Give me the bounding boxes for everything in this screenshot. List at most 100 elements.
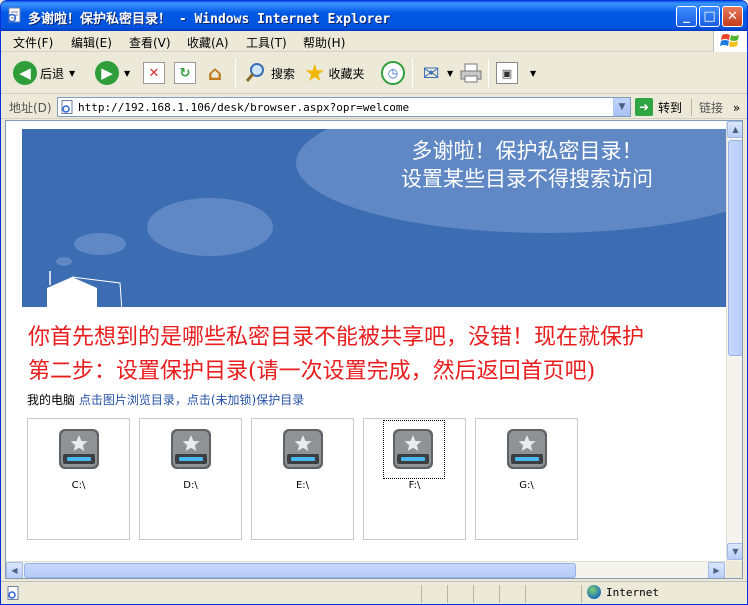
drive-c[interactable]: C:\ [27,418,130,540]
forward-button[interactable]: ▶ ▼ [95,59,130,87]
title-bar[interactable]: 多谢啦！保护私密目录！ - Windows Internet Explorer … [1,1,747,31]
scroll-right-button[interactable]: ▶ [708,562,725,578]
star-icon: ★ [304,59,326,87]
search-button[interactable]: 搜索 [244,59,295,87]
page-icon [7,7,21,23]
forward-arrow-icon: ▶ [95,61,119,85]
drive-e[interactable]: E:\ [251,418,354,540]
edit-button[interactable]: ▣ ▼ [496,59,536,87]
vertical-scrollbar[interactable]: ▲ ▼ [726,121,742,561]
links-label: 链接 [699,101,724,115]
banner-line-2: 设置某些目录不得搜索访问 [401,167,653,191]
back-button[interactable]: ◀ 后退 ▼ [13,59,75,87]
chevron-down-icon[interactable]: ▼ [69,69,75,78]
cloud-shape [74,233,126,255]
windows-flag-icon [720,34,739,47]
banner-line-1: 多谢啦！保护私密目录！ [411,139,643,163]
window-title: 多谢啦！保护私密目录！ - Windows Internet Explorer [28,12,391,27]
maximize-button[interactable]: □ [699,6,720,27]
edit-icon: ▣ [496,62,518,84]
drive-icon-wrap[interactable] [281,427,327,473]
security-zone[interactable]: Internet [587,585,659,599]
page-icon [7,586,19,600]
address-field[interactable]: ▼ [57,97,631,117]
windows-flag-logo [713,31,747,52]
address-dropdown-button[interactable]: ▼ [613,98,630,116]
toolbar-divider [488,59,489,87]
my-computer-label: 我的电脑 [27,393,76,407]
drive-icon-wrap-selected[interactable] [383,420,445,479]
drive-label: G:\ [519,480,534,491]
go-button[interactable]: ➜ 转到 [635,98,682,116]
back-label: 后退 [40,66,65,81]
instruction-link[interactable]: 点击图片浏览目录，点击(未加锁)保护目录 [79,393,304,407]
drive-icon-wrap[interactable] [57,427,103,473]
hard-drive-icon[interactable] [58,428,100,470]
drive-icon-wrap[interactable] [169,427,215,473]
search-label: 搜索 [271,66,296,81]
menu-help[interactable]: 帮助(H) [303,34,345,51]
hard-drive-icon[interactable] [170,428,212,470]
status-divider [421,585,422,603]
status-divider [525,585,526,603]
home-icon: ⌂ [207,61,223,85]
go-label: 转到 [658,100,683,115]
chevron-down-icon[interactable]: ▼ [124,69,130,78]
favorites-button[interactable]: ★ 收藏夹 [304,59,365,87]
refresh-button[interactable]: ↻ [174,59,196,87]
ie-window: 多谢啦！保护私密目录！ - Windows Internet Explorer … [0,0,748,605]
mail-button[interactable]: ✉ ▼ [420,59,454,87]
chevron-down-icon[interactable]: ▼ [530,69,536,78]
horizontal-scroll-thumb[interactable] [24,563,576,578]
drive-f[interactable]: F:\ [363,418,466,540]
intro-text: 你首先想到的是哪些私密目录不能被共享吧，没错！现在就保护 第二步：设置保护目录(… [28,321,644,389]
menu-view[interactable]: 查看(V) [129,34,171,51]
drive-g[interactable]: G:\ [475,418,578,540]
cloud-shape [56,257,72,266]
stop-button[interactable]: ✕ [143,59,165,87]
hard-drive-icon[interactable] [506,428,548,470]
home-button[interactable]: ⌂ [204,59,226,87]
house-icon [47,271,122,307]
drive-label: E:\ [295,480,310,491]
status-divider [473,585,474,603]
drive-label: D:\ [183,480,198,491]
links-more-icon[interactable]: » [733,101,740,115]
web-page: 多谢啦！保护私密目录！ 设置某些目录不得搜索访问 你首先想到的是哪些私密目录不能… [6,121,726,561]
toolbar-divider [412,59,413,87]
intro-line-2: 第二步：设置保护目录(请一次设置完成，然后返回首页吧) [28,359,596,384]
intro-line-1: 你首先想到的是哪些私密目录不能被共享吧，没错！现在就保护 [28,325,645,350]
horizontal-scrollbar[interactable]: ◀ ▶ [6,561,726,578]
browser-viewport: 多谢啦！保护私密目录！ 设置某些目录不得搜索访问 你首先想到的是哪些私密目录不能… [5,120,743,579]
menu-file[interactable]: 文件(F) [13,34,53,51]
chevron-down-icon[interactable]: ▼ [447,69,453,78]
header-banner: 多谢啦！保护私密目录！ 设置某些目录不得搜索访问 [22,129,726,307]
links-button[interactable]: 链接 » [691,99,747,116]
close-button[interactable]: ✕ [722,6,743,27]
drive-icon-wrap[interactable] [505,427,551,473]
drive-d[interactable]: D:\ [139,418,242,540]
address-input[interactable] [78,100,608,114]
toolbar-divider [235,59,236,87]
menu-tools[interactable]: 工具(T) [246,34,287,51]
address-label: 地址(D) [9,101,52,115]
scroll-left-button[interactable]: ◀ [6,562,23,578]
history-button[interactable]: ◷ [381,59,405,87]
refresh-icon: ↻ [174,62,196,84]
globe-icon [587,585,601,599]
scroll-up-button[interactable]: ▲ [727,121,742,138]
search-icon [245,63,264,82]
stop-icon: ✕ [143,62,165,84]
vertical-scroll-thumb[interactable] [728,140,742,356]
minimize-button[interactable]: _ [676,6,697,27]
menu-favorites[interactable]: 收藏(A) [187,34,229,51]
scroll-down-button[interactable]: ▼ [727,543,742,560]
toolbar: ◀ 后退 ▼ ▶ ▼ ✕ ↻ ⌂ 搜索 ★ 收藏夹 ◷ ✉ ▼ ▣ ▼ [1,53,747,94]
hard-drive-icon[interactable] [392,428,434,470]
page-icon [61,100,73,114]
print-button[interactable] [459,59,483,87]
favorites-label: 收藏夹 [328,66,365,81]
menu-edit[interactable]: 编辑(E) [71,34,112,51]
hard-drive-icon[interactable] [282,428,324,470]
drive-label: C:\ [71,480,86,491]
